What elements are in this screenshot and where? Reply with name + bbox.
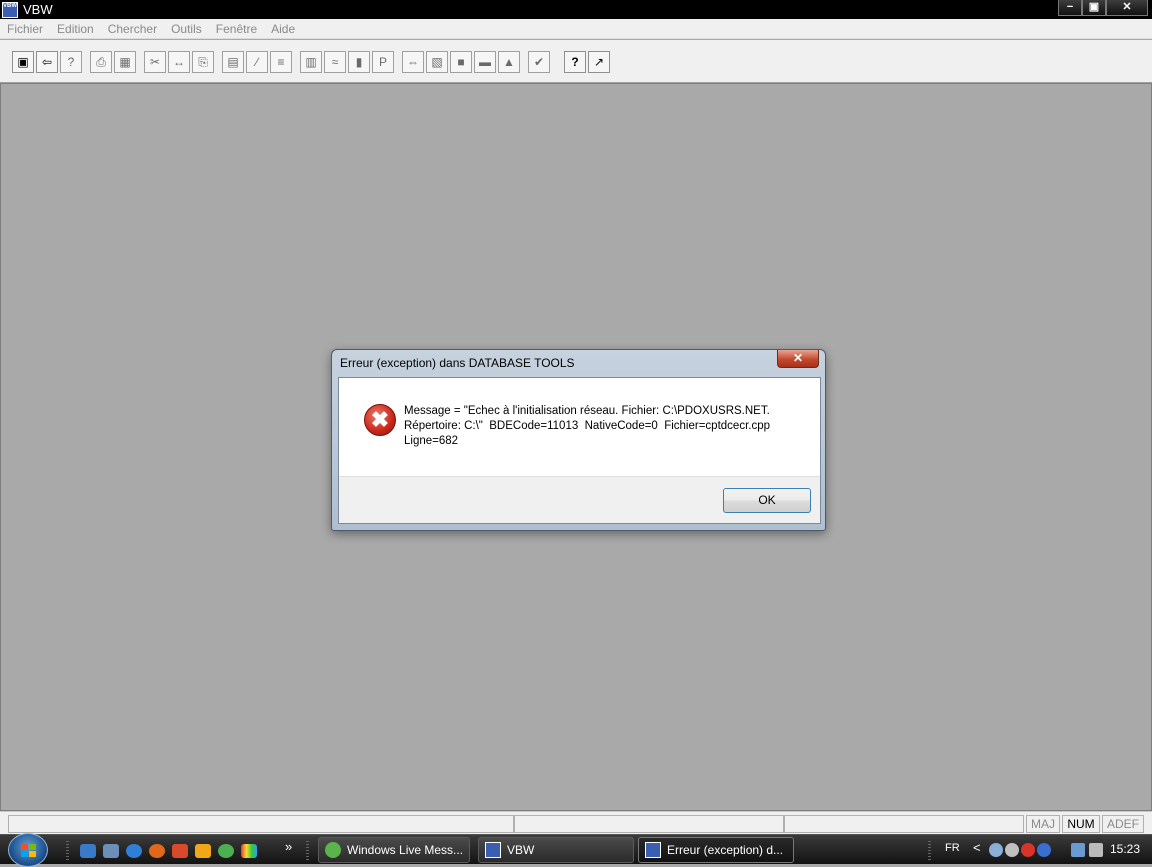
show-desktop-icon[interactable] xyxy=(80,844,96,858)
clock[interactable]: 15:23 xyxy=(1110,842,1140,856)
context-help-icon[interactable]: ↗ xyxy=(588,51,610,73)
show-hidden-icons-icon[interactable]: < xyxy=(973,840,981,855)
message-line-2: Répertoire: C:\" BDECode=11013 NativeCod… xyxy=(404,420,770,432)
open-icon[interactable]: ⇦ xyxy=(36,51,58,73)
task-label: VBW xyxy=(507,843,535,857)
chart-icon[interactable]: ≈ xyxy=(324,51,346,73)
dialog-footer: OK xyxy=(339,476,820,523)
dialog-body: ✖ Message = "Echec à l'initialisation ré… xyxy=(338,377,821,524)
menu-edition[interactable]: Edition xyxy=(50,22,101,36)
print-icon[interactable]: ⎙ xyxy=(90,51,112,73)
toolbar: ▣ ⇦ ? ⎙ ▦ ✂ ↔ ⎘ ▤ ∕ ≡ ▥ ≈ ▮ P ⇔ ▧ ■ ▬ ▲ … xyxy=(0,40,1152,83)
page-icon[interactable]: ▮ xyxy=(348,51,370,73)
menu-outils[interactable]: Outils xyxy=(164,22,209,36)
dialog-title: Erreur (exception) dans DATABASE TOOLS xyxy=(340,356,575,370)
check-icon[interactable]: ✔ xyxy=(528,51,550,73)
language-indicator[interactable]: FR xyxy=(945,842,960,854)
message-line-3: Ligne=682 xyxy=(404,435,459,447)
taskbar-grip-2[interactable] xyxy=(306,841,309,861)
volume-icon[interactable] xyxy=(1089,843,1103,857)
task-windows-live-messenger[interactable]: Windows Live Mess... xyxy=(318,837,470,863)
grid-icon[interactable]: ▧ xyxy=(426,51,448,73)
error-dialog: Erreur (exception) dans DATABASE TOOLS ✕… xyxy=(331,349,826,531)
menu-chercher[interactable]: Chercher xyxy=(101,22,164,36)
app-launcher-icon[interactable] xyxy=(241,844,257,858)
keyboard-icon[interactable]: ▦ xyxy=(114,51,136,73)
window-controls: − ▣ ✕ xyxy=(1058,0,1148,16)
mail-icon[interactable] xyxy=(172,844,188,858)
message-line-1: Message = "Echec à l'initialisation rése… xyxy=(404,405,770,417)
select-tool-icon[interactable]: ▣ xyxy=(12,51,34,73)
status-pane-main xyxy=(8,815,514,833)
taskbar: » Windows Live Mess... VBW Erreur (excep… xyxy=(0,833,1152,867)
help-icon[interactable]: ? xyxy=(564,51,586,73)
bar-icon[interactable]: ▬ xyxy=(474,51,496,73)
p-page-icon[interactable]: P xyxy=(372,51,394,73)
list-icon[interactable]: ≡ xyxy=(270,51,292,73)
tray-app-icon[interactable] xyxy=(1005,843,1019,857)
messenger-icon xyxy=(325,842,341,858)
ok-button[interactable]: OK xyxy=(723,488,811,513)
taskbar-grip[interactable] xyxy=(66,841,69,861)
menu-aide[interactable]: Aide xyxy=(264,22,302,36)
vbw-icon xyxy=(645,842,661,858)
status-pane-3 xyxy=(784,815,1024,833)
antivirus-icon[interactable] xyxy=(1021,843,1035,857)
error-message: Message = "Echec à l'initialisation rése… xyxy=(404,404,804,449)
quicklaunch-more-icon[interactable]: » xyxy=(285,839,292,854)
menu-fichier[interactable]: Fichier xyxy=(0,22,50,36)
tray-info-icon[interactable] xyxy=(1037,843,1051,857)
dialog-close-button[interactable]: ✕ xyxy=(777,350,819,368)
network-drive-icon[interactable] xyxy=(989,843,1003,857)
cut-icon[interactable]: ✂ xyxy=(144,51,166,73)
task-error-dialog[interactable]: Erreur (exception) d... xyxy=(638,837,794,863)
status-adef: ADEF xyxy=(1102,815,1144,833)
close-button[interactable]: ✕ xyxy=(1106,0,1148,16)
resize-icon[interactable]: ⇔ xyxy=(402,51,424,73)
task-label: Erreur (exception) d... xyxy=(667,843,784,857)
calculator-icon[interactable]: ▥ xyxy=(300,51,322,73)
status-num: NUM xyxy=(1062,815,1100,833)
tray-grip[interactable] xyxy=(928,841,931,861)
windows-logo-icon xyxy=(21,844,36,857)
status-pane-2 xyxy=(514,815,784,833)
swap-icon[interactable]: ↔ xyxy=(168,51,190,73)
status-bar: MAJ NUM ADEF xyxy=(0,811,1152,834)
task-label: Windows Live Mess... xyxy=(347,843,464,857)
window-title: VBW xyxy=(23,2,53,17)
vbw-icon xyxy=(485,842,501,858)
edit-line-icon[interactable]: ∕ xyxy=(246,51,268,73)
task-vbw[interactable]: VBW xyxy=(478,837,634,863)
block-icon[interactable]: ■ xyxy=(450,51,472,73)
help-doc-icon[interactable]: ? xyxy=(60,51,82,73)
form-icon[interactable]: ▤ xyxy=(222,51,244,73)
app-icon: VBW xyxy=(2,1,18,18)
firefox-icon[interactable] xyxy=(149,844,165,858)
internet-explorer-icon[interactable] xyxy=(126,844,142,858)
minimize-button[interactable]: − xyxy=(1058,0,1082,16)
menu-fenetre[interactable]: Fenêtre xyxy=(209,22,264,36)
paste-icon[interactable]: ⎘ xyxy=(192,51,214,73)
start-button[interactable] xyxy=(8,833,48,867)
status-caps: MAJ xyxy=(1026,815,1060,833)
error-icon: ✖ xyxy=(364,404,396,436)
menu-bar: Fichier Edition Chercher Outils Fenêtre … xyxy=(0,19,1152,39)
network-icon[interactable] xyxy=(1071,843,1085,857)
switch-windows-icon[interactable] xyxy=(103,844,119,858)
title-bar: VBW VBW − ▣ ✕ xyxy=(0,0,1152,19)
media-player-icon[interactable] xyxy=(195,844,211,858)
restore-button[interactable]: ▣ xyxy=(1082,0,1106,16)
utorrent-icon[interactable] xyxy=(218,844,234,858)
picture-icon[interactable]: ▲ xyxy=(498,51,520,73)
